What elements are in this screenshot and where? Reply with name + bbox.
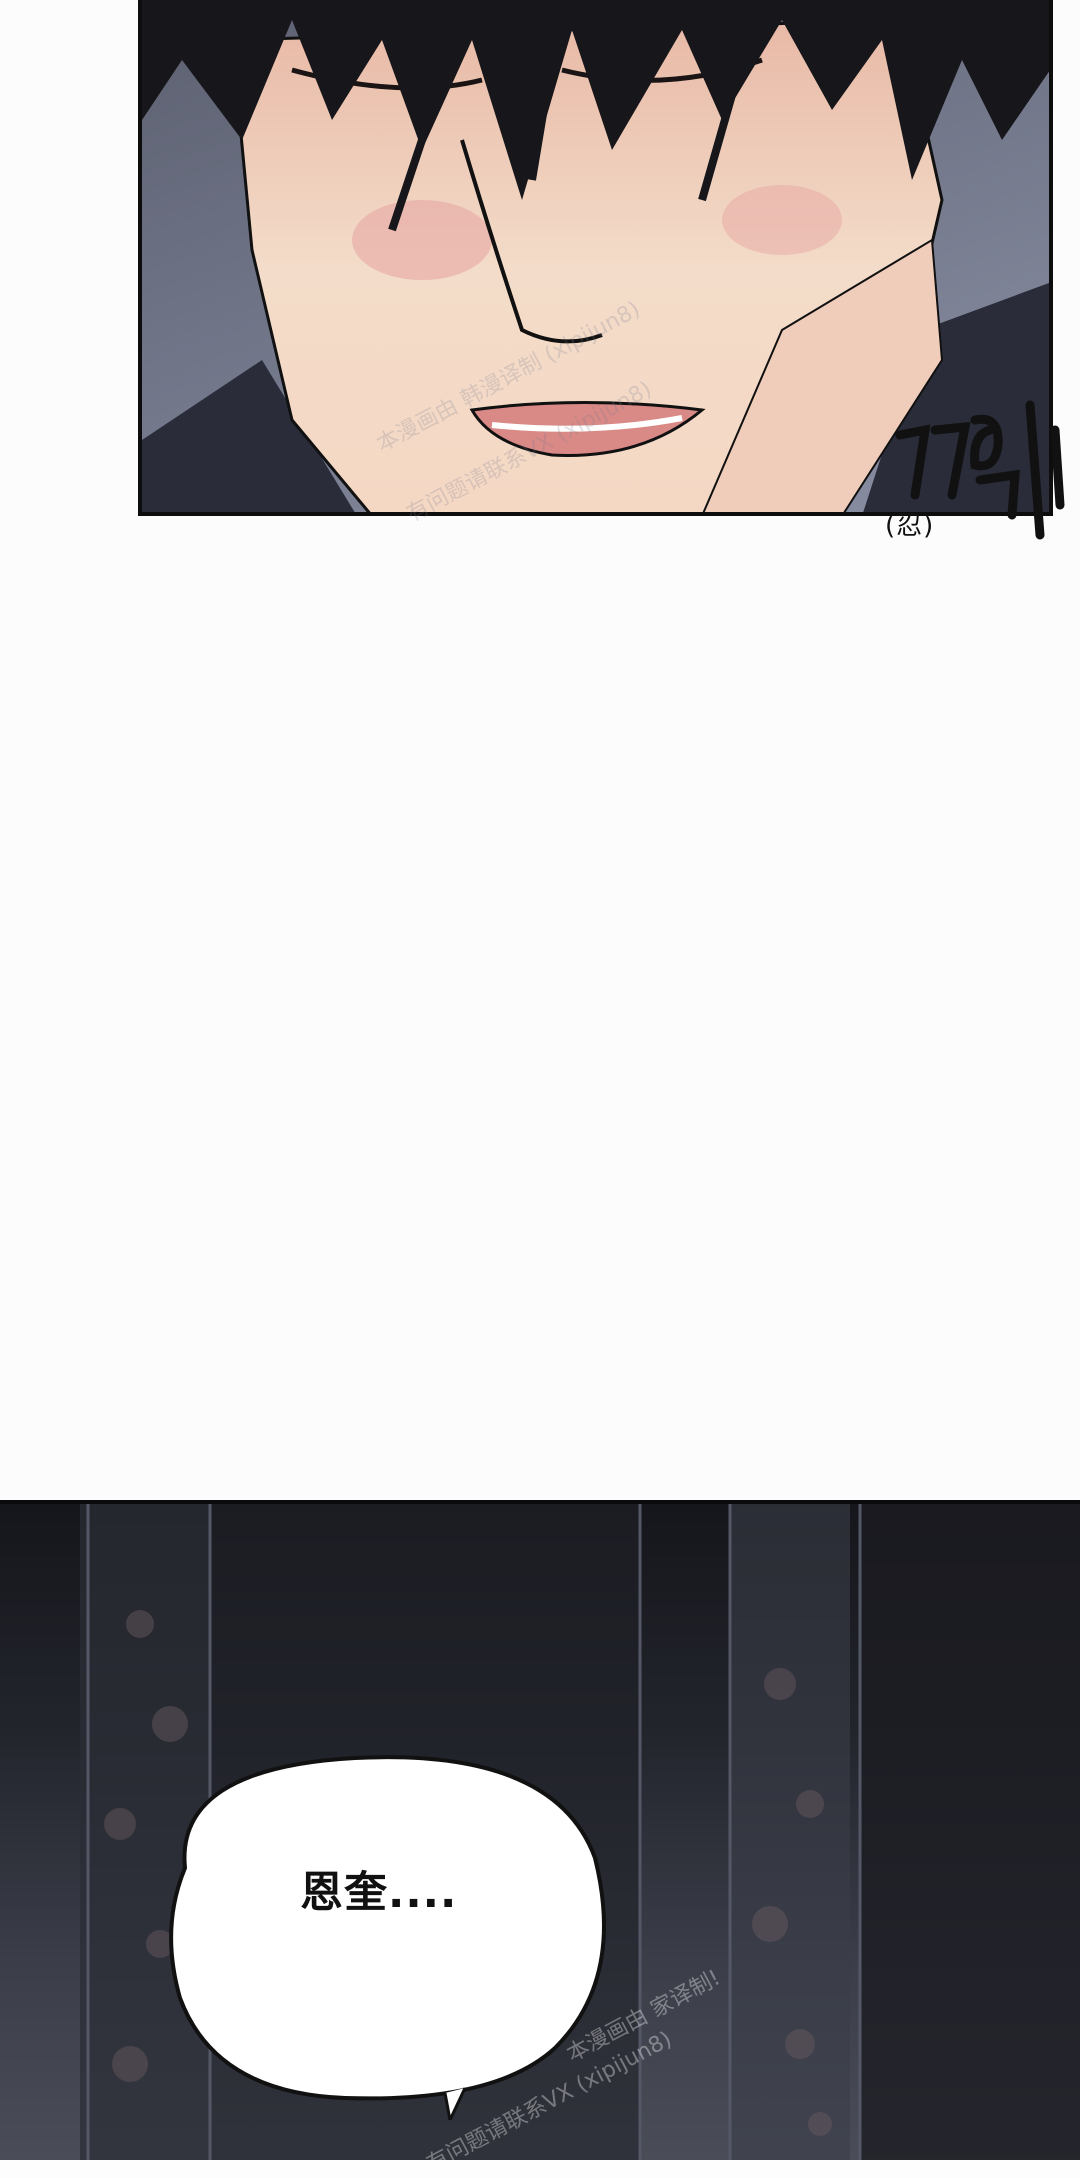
sfx-translation: (忍) <box>885 511 935 541</box>
sfx-main-text: 끄윽 <box>975 403 977 406</box>
speech-bubble <box>169 1755 606 2120</box>
speech-bubble-text: 恩奎.... <box>300 1868 458 1918</box>
